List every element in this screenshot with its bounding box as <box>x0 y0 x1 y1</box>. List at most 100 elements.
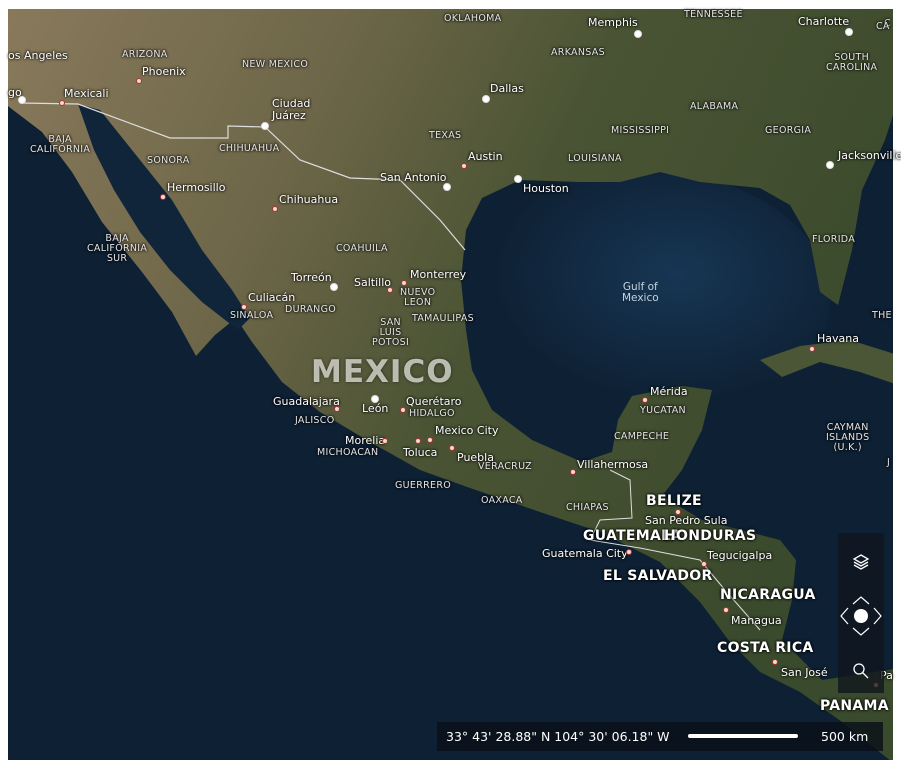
state-label: ARIZONA <box>122 49 168 60</box>
city-label: San José <box>781 666 828 679</box>
city-marker-icon <box>845 28 853 36</box>
city-marker-icon <box>723 607 729 613</box>
city-label: Houston <box>523 182 569 195</box>
city-marker-icon <box>330 283 338 291</box>
state-label: THE <box>872 310 892 321</box>
city-marker-icon <box>570 469 576 475</box>
city-marker-icon <box>272 206 278 212</box>
state-label: TENNESSEE <box>684 9 743 20</box>
layers-button[interactable] <box>838 549 884 575</box>
city-label: os Angeles <box>8 49 68 62</box>
state-label: BAJA CALIFORNIA <box>30 134 91 155</box>
status-bar: 33° 43' 28.88" N 104° 30' 06.18" W 500 k… <box>437 722 883 751</box>
state-label: MISSISSIPPI <box>611 125 670 136</box>
state-label: MICHOACAN <box>317 447 379 458</box>
state-label: BAJA CALIFORNIA SUR <box>87 233 148 264</box>
city-marker-icon <box>675 509 681 515</box>
state-label: TAMAULIPAS <box>412 313 474 324</box>
city-marker-icon <box>461 163 467 169</box>
state-label: SONORA <box>147 155 190 166</box>
state-label: FLORIDA <box>812 234 856 245</box>
country-label: EL SALVADOR <box>603 568 713 584</box>
city-marker-icon <box>826 161 834 169</box>
city-label: Villahermosa <box>577 458 649 471</box>
layers-icon <box>852 554 870 570</box>
city-marker-icon <box>701 561 707 567</box>
city-marker-icon <box>634 30 642 38</box>
state-label: JALISCO <box>295 415 335 426</box>
state-label: NEW MEXICO <box>242 59 309 70</box>
city-marker-icon <box>334 406 340 412</box>
state-label: CA <box>876 21 890 32</box>
city-label: Ciudad Juárez <box>272 97 311 122</box>
state-label: CHIAPAS <box>566 502 609 513</box>
city-label: Torreón <box>291 271 332 284</box>
city-marker-icon <box>427 437 433 443</box>
water-label: Gulf of Mexico <box>622 281 659 305</box>
state-label: HIDALGO <box>409 408 455 419</box>
city-label: Chihuahua <box>279 193 339 206</box>
city-label: Toluca <box>403 446 438 459</box>
state-label: ARKANSAS <box>551 47 605 58</box>
city-label: Guadalajara <box>273 395 340 408</box>
country-label: HONDURAS <box>664 528 757 544</box>
scale-label: 500 km <box>821 729 869 744</box>
search-button[interactable] <box>838 659 884 683</box>
state-label: J <box>887 457 891 468</box>
country-label: COSTA RICA <box>717 640 814 656</box>
city-marker-icon <box>449 445 455 451</box>
city-label: Jacksonville <box>838 149 901 162</box>
state-label: SOUTH CAROLINA <box>826 52 878 73</box>
city-label: Puebla <box>457 451 494 464</box>
state-label: TEXAS <box>429 130 462 141</box>
city-label: Hermosillo <box>167 181 226 194</box>
city-marker-icon <box>642 397 648 403</box>
city-label: Culiacán <box>248 291 296 304</box>
city-label: San Pedro Sula <box>645 514 728 527</box>
city-label: Querétaro <box>406 395 462 408</box>
city-marker-icon <box>772 659 778 665</box>
state-label: CAYMAN ISLANDS (U.K.) <box>826 422 870 453</box>
city-label: Monterrey <box>410 268 467 281</box>
state-label: SAN LUIS POTOSI <box>372 317 410 348</box>
pan-control[interactable] <box>838 593 884 639</box>
city-label: Saltillo <box>354 276 391 289</box>
city-marker-icon <box>59 100 65 106</box>
city-marker-icon <box>415 438 421 444</box>
city-marker-icon <box>443 183 451 191</box>
state-label: COAHUILA <box>336 243 388 254</box>
city-marker-icon <box>382 438 388 444</box>
state-label: GEORGIA <box>765 125 812 136</box>
city-marker-icon <box>261 122 269 130</box>
state-label: YUCATAN <box>640 405 686 416</box>
state-label: NUEVO LEON <box>400 287 436 308</box>
city-label: Mérida <box>650 385 688 398</box>
country-label: BELIZE <box>646 493 702 509</box>
state-label: OKLAHOMA <box>444 13 502 24</box>
city-label: San Antonio <box>380 171 447 184</box>
city-label: Guatemala City <box>542 547 628 560</box>
map-controls <box>838 533 884 693</box>
scale-bar <box>688 734 798 738</box>
state-label: LOUISIANA <box>568 153 622 164</box>
search-icon <box>853 663 869 679</box>
city-marker-icon <box>18 96 26 104</box>
state-label: DURANGO <box>285 304 337 315</box>
city-label: Memphis <box>588 16 638 29</box>
city-marker-icon <box>400 407 406 413</box>
city-label: Mexicali <box>64 87 109 100</box>
city-label: León <box>362 402 389 415</box>
city-marker-icon <box>626 549 632 555</box>
state-label: CHIHUAHUA <box>219 143 280 154</box>
state-label: CAMPECHE <box>614 431 670 442</box>
country-label: NICARAGUA <box>720 587 816 603</box>
city-label: Managua <box>731 614 782 627</box>
city-marker-icon <box>136 78 142 84</box>
state-label: OAXACA <box>481 495 523 506</box>
city-marker-icon <box>514 175 522 183</box>
city-label: Morelia <box>345 434 386 447</box>
city-marker-icon <box>160 194 166 200</box>
country-label-mexico: MEXICO <box>311 354 454 390</box>
city-label: Charlotte <box>798 15 850 28</box>
city-label: Tegucigalpa <box>707 549 773 562</box>
